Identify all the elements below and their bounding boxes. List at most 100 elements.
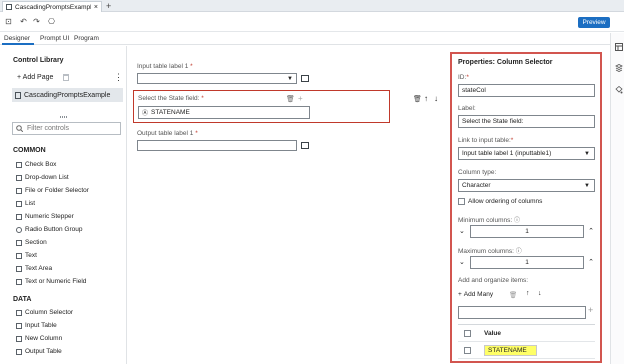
info-icon: ⓘ [514,218,521,224]
control-input-table[interactable]: Input Table [16,322,57,329]
move-down-icon[interactable]: ↓ [434,94,438,103]
mode-tabs: Designer Prompt UI Program [0,33,610,45]
close-icon[interactable]: × [94,4,98,11]
allow-ordering-checkbox[interactable]: Allow ordering of columns [458,198,542,205]
chevron-down-icon[interactable]: ⌄ [459,227,465,235]
move-up-icon[interactable]: ↑ [526,290,530,297]
value-column-header: Value [484,330,501,337]
id-field[interactable]: stateCol [458,84,595,97]
control-library: Control Library + Add Page ⋮ CascadingPr… [0,46,127,364]
more-options-icon[interactable]: ⋮ [114,72,123,83]
select-state-label: Select the State field: * [138,95,204,102]
control-check-box[interactable]: Check Box [16,161,56,168]
control-drop-down-list[interactable]: Drop-down List [16,174,69,181]
control-list[interactable]: List [16,200,35,207]
output-table-field[interactable] [137,140,297,151]
control-label: Text Area [25,265,53,272]
tab-prompt-ui[interactable]: Prompt UI [40,35,69,42]
control-label: Drop-down List [25,174,69,181]
control-text[interactable]: Text [16,252,37,259]
properties-icon[interactable]: ⎔ [46,16,57,27]
new-item-field[interactable] [458,306,586,319]
table-icon[interactable] [301,142,309,149]
table-row[interactable]: STATENAME [458,342,595,359]
input-table-dropdown[interactable]: ▼ [137,73,297,84]
properties-title: Properties: Column Selector [458,59,553,66]
control-numeric-stepper[interactable]: Numeric Stepper [16,213,74,220]
chevron-down-icon: ▼ [287,76,293,82]
right-rail [610,33,624,364]
checkbox[interactable] [458,198,465,205]
add-tab-button[interactable]: + [106,1,111,11]
control-file-selector[interactable]: File or Folder Selector [16,187,89,194]
undo-icon[interactable]: ↶ [18,16,29,27]
control-output-table[interactable]: Output Table [16,348,62,355]
control-label: Output Table [25,348,62,355]
input-table-label: Input table label 1 * [137,63,193,70]
control-label: New Column [25,335,63,342]
label-field[interactable]: Select the State field: [458,115,595,128]
preview-button[interactable]: Preview [578,17,610,28]
control-label: Input Table [25,322,57,329]
table-icon[interactable] [301,75,309,82]
control-new-column[interactable]: New Column [16,335,62,342]
add-item-icon[interactable]: + [588,305,593,315]
section-icon [16,239,22,246]
minimum-columns-stepper[interactable]: ⌄ 1 ⌃ [458,225,595,238]
value-cell[interactable]: STATENAME [484,345,537,356]
list-icon [16,200,22,207]
file-tab-name: CascadingPromptsExample.step [15,3,91,11]
tab-program[interactable]: Program [74,35,99,42]
minimum-columns-value[interactable]: 1 [470,225,584,238]
add-page-button[interactable]: + Add Page [17,74,53,81]
allow-ordering-label: Allow ordering of columns [468,198,543,205]
control-text-or-numeric-field[interactable]: Text or Numeric Field [16,278,86,285]
resize-grip-icon[interactable] [60,116,67,118]
filter-input[interactable]: Filter controls [12,122,121,135]
text-icon [16,252,22,259]
column-chip[interactable]: Ⓐ STATENAME [138,106,310,119]
redo-icon[interactable]: ↷ [31,16,42,27]
column-type-select[interactable]: Character ▼ [458,179,595,192]
control-label: Radio Button Group [25,226,83,233]
folder-icon [16,187,22,194]
trash-icon[interactable] [63,74,69,81]
checkbox-icon [16,161,22,168]
chevron-down-icon[interactable]: ⌄ [459,258,465,266]
minimum-columns-label: Minimum columns: ⓘ [458,217,521,224]
tab-designer[interactable]: Designer [4,35,30,42]
control-label: Column Selector [25,309,74,316]
design-canvas: Input table label 1 * ▼ Select the State… [128,46,449,364]
select-all-checkbox[interactable] [464,330,471,337]
delete-icon[interactable]: 🗑 [413,95,422,103]
add-icon: + [458,291,462,298]
chevron-down-icon: ▼ [584,151,590,157]
control-label: Numeric Stepper [25,213,74,220]
trash-icon[interactable]: 🗑 [509,291,517,299]
paint-icon[interactable] [614,85,623,94]
control-radio-button-group[interactable]: Radio Button Group [16,226,82,233]
add-many-button[interactable]: + Add Many [458,291,493,298]
control-text-area[interactable]: Text Area [16,265,52,272]
control-label: Text [25,252,37,259]
column-selector-icon [16,309,22,316]
save-icon[interactable]: ⊡ [3,16,14,27]
layers-icon[interactable] [614,63,623,72]
move-down-icon[interactable]: ↓ [538,290,542,297]
grid-icon[interactable] [614,42,623,51]
move-up-icon[interactable]: ↑ [424,94,428,103]
maximum-columns-value[interactable]: 1 [470,256,584,269]
row-checkbox[interactable] [464,347,471,354]
chevron-up-icon[interactable]: ⌃ [588,258,594,266]
trash-icon[interactable]: 🗑 [286,95,295,103]
control-column-selector[interactable]: Column Selector [16,309,73,316]
file-tab[interactable]: CascadingPromptsExample.step × [2,1,102,12]
control-label: Check Box [25,161,57,168]
maximum-columns-stepper[interactable]: ⌄ 1 ⌃ [458,256,595,269]
page-item[interactable]: CascadingPromptsExample [12,88,123,102]
add-icon[interactable]: + [298,94,303,103]
control-section[interactable]: Section [16,239,47,246]
chevron-down-icon: ▼ [584,183,590,189]
link-input-table-select[interactable]: Input table label 1 (inputtable1) ▼ [458,147,595,160]
chevron-up-icon[interactable]: ⌃ [588,227,594,235]
